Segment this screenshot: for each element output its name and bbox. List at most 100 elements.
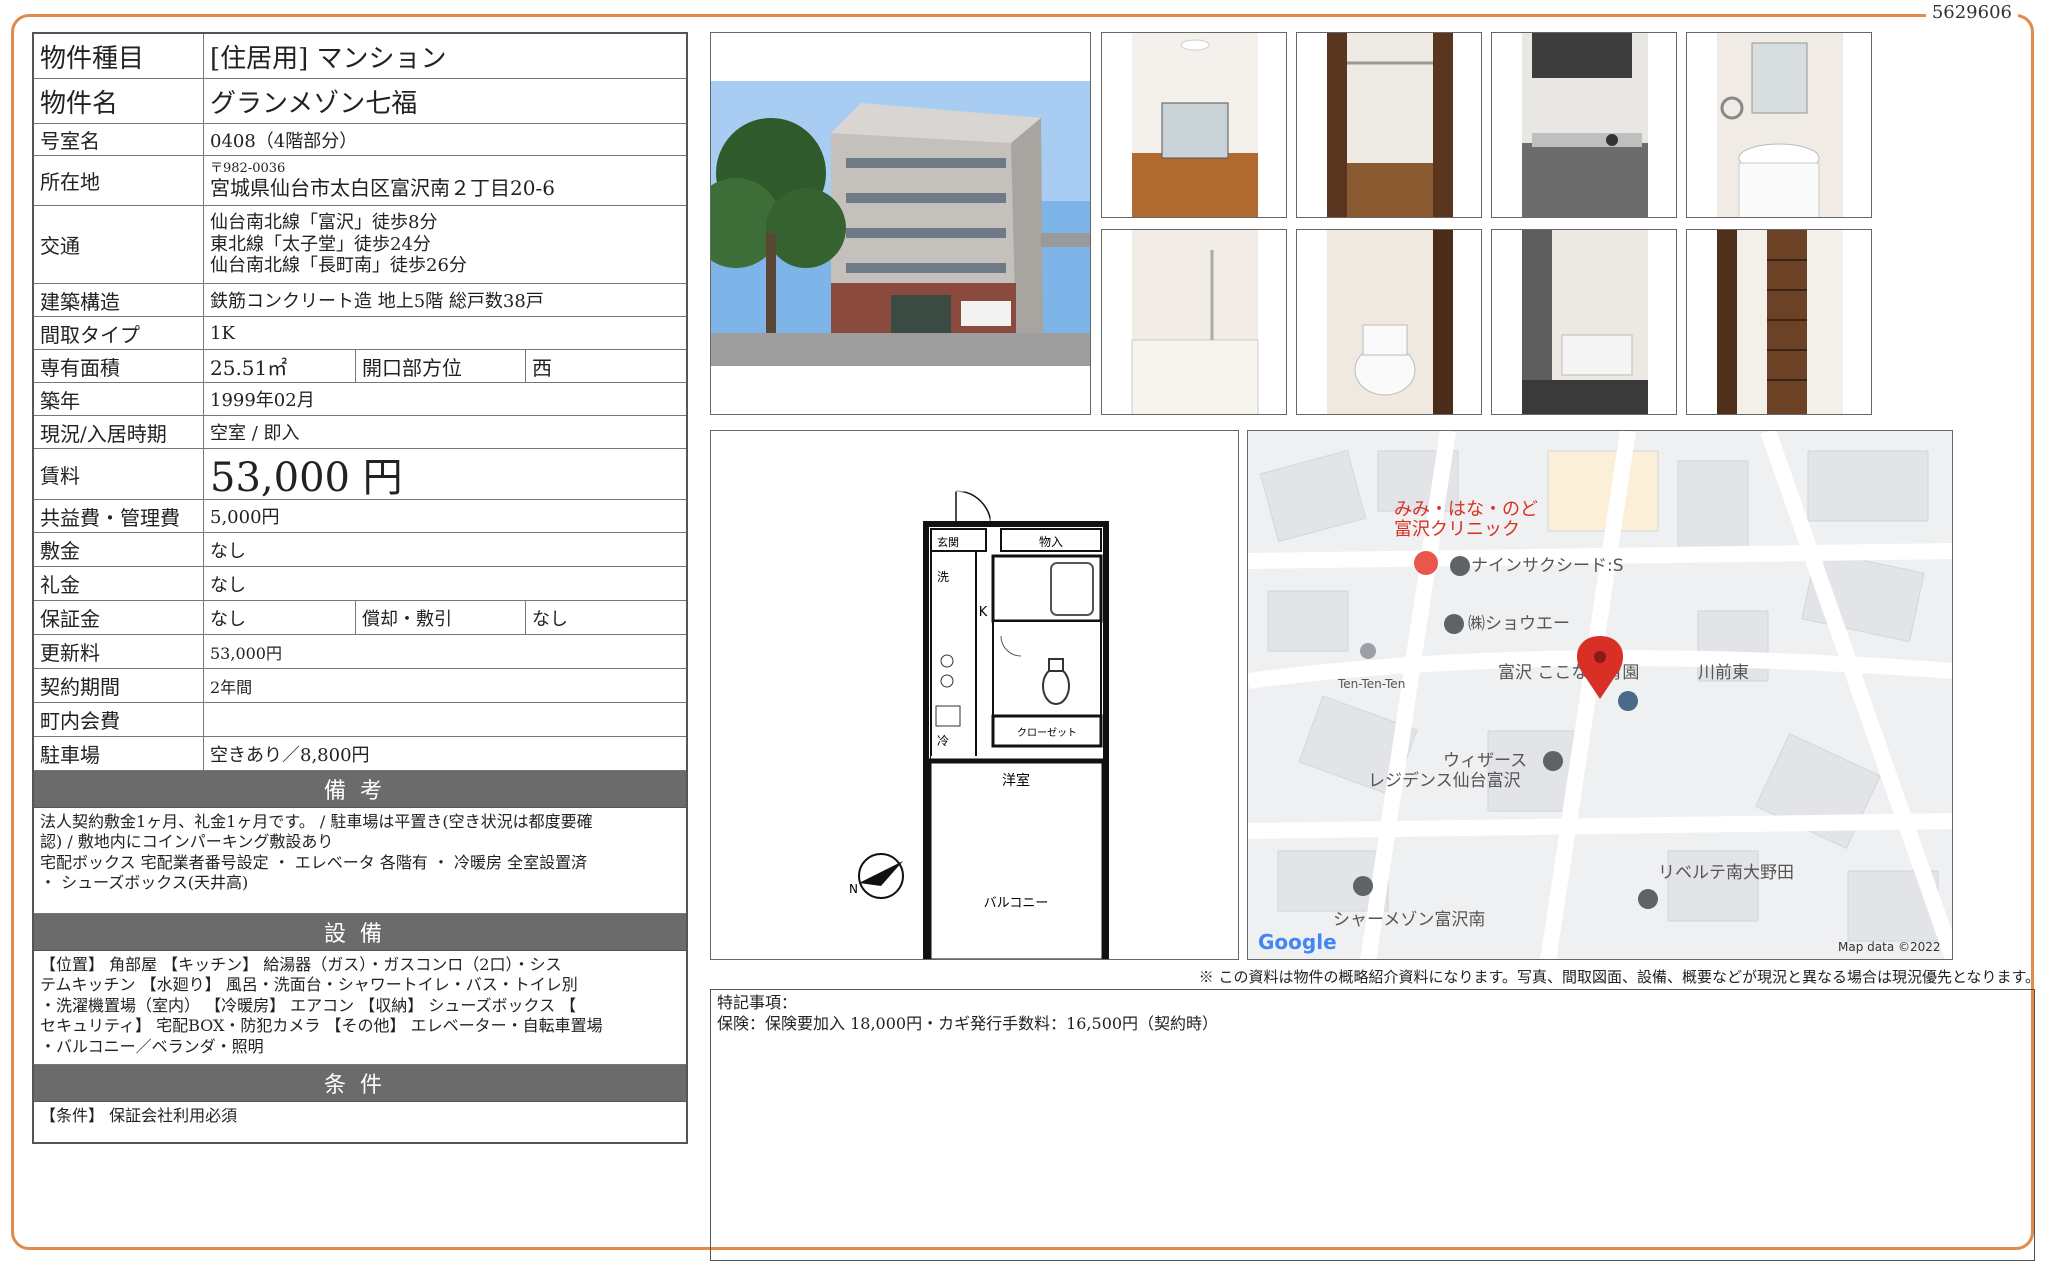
transport-line: 仙台南北線「富沢」徒歩8分 <box>210 212 438 234</box>
transport-label: 交通 <box>34 206 204 283</box>
map-pin-icon <box>1638 889 1658 909</box>
remarks-line: 法人契約敷金1ヶ月、礼金1ヶ月です。 / 駐車場は平置き(空き状況は都度要確 <box>40 812 593 831</box>
parking-value: 空きあり／8,800円 <box>210 744 370 766</box>
row-area: 専有面積 25.51㎡ 開口部方位 西 <box>34 350 686 383</box>
fp-closet-label: クローゼット <box>1017 727 1077 739</box>
town-value <box>204 703 686 736</box>
equipment-line: ・バルコニー／ベランダ・照明 <box>40 1036 264 1056</box>
built-label: 築年 <box>34 383 204 415</box>
interior-photo-laundry[interactable] <box>1491 229 1677 415</box>
address-value: 〒982-0036 宮城県仙台市太白区富沢南２丁目20-6 <box>204 156 686 205</box>
map-pin-icon <box>1444 614 1464 634</box>
equipment-line: テムキッチン 【水廻り】 風呂・洗面台・シャワートイレ・バス・トイレ別 <box>40 975 578 995</box>
equipment-line: セキュリティ】 宅配BOX・防犯カメラ 【その他】 エレベーター・自転車置場 <box>40 1016 603 1036</box>
building-image <box>711 33 1090 414</box>
remarks-line: 認) / 敷地内にコインパーキング敷設あり <box>40 832 334 852</box>
guarantee-label: 保証金 <box>34 601 204 634</box>
interior-photo-washbasin[interactable] <box>1686 32 1872 218</box>
rent-label: 賃料 <box>34 449 204 499</box>
row-parking: 駐車場 空きあり／8,800円 <box>34 737 686 771</box>
layout-label: 間取タイプ <box>34 317 204 349</box>
room-label: 号室名 <box>34 124 204 155</box>
rent-value: 53,000 円 <box>210 455 403 501</box>
postal-code: 〒982-0036 <box>210 160 286 176</box>
row-town: 町内会費 <box>34 703 686 737</box>
area-subrow: 25.51㎡ 開口部方位 西 <box>204 350 686 382</box>
clinic-icon <box>1414 551 1438 575</box>
map-credit: Map data ©2022 <box>1838 940 1941 954</box>
row-address: 所在地 〒982-0036 宮城県仙台市太白区富沢南２丁目20-6 <box>34 156 686 206</box>
address-text: 宮城県仙台市太白区富沢南２丁目20-6 <box>210 176 555 201</box>
property-info-table: 物件種目 [住居用] マンション 物件名 グランメゾン七福 号室名 0408（4… <box>32 32 688 1144</box>
renewal-value: 53,000円 <box>210 643 282 663</box>
type-value: [住居用] マンション <box>210 43 447 74</box>
row-name: 物件名 グランメゾン七福 <box>34 79 686 124</box>
row-transport: 交通 仙台南北線「富沢」徒歩8分 東北線「太子堂」徒歩24分 仙台南北線「長町南… <box>34 206 686 284</box>
transport-line: 仙台南北線「長町南」徒歩26分 <box>210 255 467 277</box>
amort-value: なし <box>532 608 568 630</box>
interior-photo-room[interactable] <box>1101 32 1287 218</box>
room-value: 0408（4階部分） <box>210 130 358 152</box>
floor-plan[interactable]: 玄関 物入 洗 冷 K クローゼット 洋室 バルコニー N <box>710 430 1239 960</box>
parking-label: 駐車場 <box>34 737 204 770</box>
closet-image <box>1327 33 1453 217</box>
map-label: レジデンス仙台富沢 <box>1368 770 1521 791</box>
fp-balcony-label: バルコニー <box>984 896 1049 911</box>
name-label: 物件名 <box>34 79 204 123</box>
built-value: 1999年02月 <box>210 390 315 411</box>
transport-line: 東北線「太子堂」徒歩24分 <box>210 233 431 255</box>
disclaimer: ※ この資料は物件の概略紹介資料になります。写真、間取図面、設備、概要などが現況… <box>1198 968 2040 986</box>
map-pin-icon <box>1543 751 1563 771</box>
map-label: シャーメゾン富沢南 <box>1333 910 1485 930</box>
interior-photo-toilet[interactable] <box>1296 229 1482 415</box>
row-renewal: 更新料 53,000円 <box>34 635 686 669</box>
deposit-label: 敷金 <box>34 533 204 566</box>
washbasin-image <box>1717 33 1843 217</box>
interior-photo-shoebox[interactable] <box>1686 229 1872 415</box>
map-label: リベルテ南大野田 <box>1658 863 1794 883</box>
toilet-image <box>1327 230 1453 414</box>
conditions-body: 【条件】 保証会社利用必須 <box>34 1102 686 1142</box>
interior-photo-kitchen[interactable] <box>1491 32 1677 218</box>
row-room: 号室名 0408（4階部分） <box>34 124 686 156</box>
direction-label: 開口部方位 <box>356 350 526 382</box>
remarks-heading: 備考 <box>34 771 686 808</box>
interior-photo-closet[interactable] <box>1296 32 1482 218</box>
map-label: 川前東 <box>1698 663 1749 683</box>
map-pin-icon <box>1360 643 1376 659</box>
interior-photo-bath[interactable] <box>1101 229 1287 415</box>
fp-kitchen-label: K <box>979 605 988 620</box>
building-photo[interactable] <box>710 32 1091 415</box>
amort-label: 償却・敷引 <box>356 601 526 634</box>
map-label: みみ・はな・のど <box>1394 499 1538 520</box>
row-key-money: 礼金 なし <box>34 567 686 601</box>
map-label: Ten-Ten-Ten <box>1337 677 1405 691</box>
fp-fridge-label: 冷 <box>937 734 949 748</box>
guarantee-value: なし <box>204 601 356 634</box>
row-built: 築年 1999年02月 <box>34 383 686 416</box>
row-fee: 共益費・管理費 5,000円 <box>34 500 686 533</box>
key-money-value: なし <box>210 574 246 596</box>
renewal-label: 更新料 <box>34 635 204 668</box>
status-value: 空室 / 即入 <box>210 423 300 444</box>
row-deposit: 敷金 なし <box>34 533 686 567</box>
structure-label: 建築構造 <box>34 284 204 316</box>
status-label: 現況/入居時期 <box>34 416 204 448</box>
remarks-body: 法人契約敷金1ヶ月、礼金1ヶ月です。 / 駐車場は平置き(空き状況は都度要確 認… <box>34 808 686 914</box>
row-structure: 建築構造 鉄筋コンクリート造 地上5階 総戸数38戸 <box>34 284 686 317</box>
school-icon <box>1618 691 1638 711</box>
equipment-line: 【位置】 角部屋 【キッチン】 給湯器（ガス）・ガスコンロ（2口）・シス <box>40 955 562 974</box>
location-map[interactable]: みみ・はな・のど 富沢クリニック ナインサクシード:S ㈱ショウエー Ten-T… <box>1247 430 1953 960</box>
map-label: 富沢クリニック <box>1394 519 1520 540</box>
remarks-line: ・ シューズボックス(天井高) <box>40 873 249 893</box>
fp-wash-label: 洗 <box>937 570 949 584</box>
structure-value: 鉄筋コンクリート造 地上5階 総戸数38戸 <box>210 291 544 312</box>
row-contract: 契約期間 2年間 <box>34 669 686 703</box>
remarks-line: 宅配ボックス 宅配業者番号設定 ・ エレベータ 各階有 ・ 冷暖房 全室設置済 <box>40 852 588 872</box>
deposit-value: なし <box>210 540 246 562</box>
map-pin-icon <box>1450 556 1470 576</box>
fp-storage-label: 物入 <box>1039 535 1063 549</box>
row-layout: 間取タイプ 1K <box>34 317 686 350</box>
kitchen-image <box>1522 33 1648 217</box>
room-image <box>1132 33 1258 217</box>
